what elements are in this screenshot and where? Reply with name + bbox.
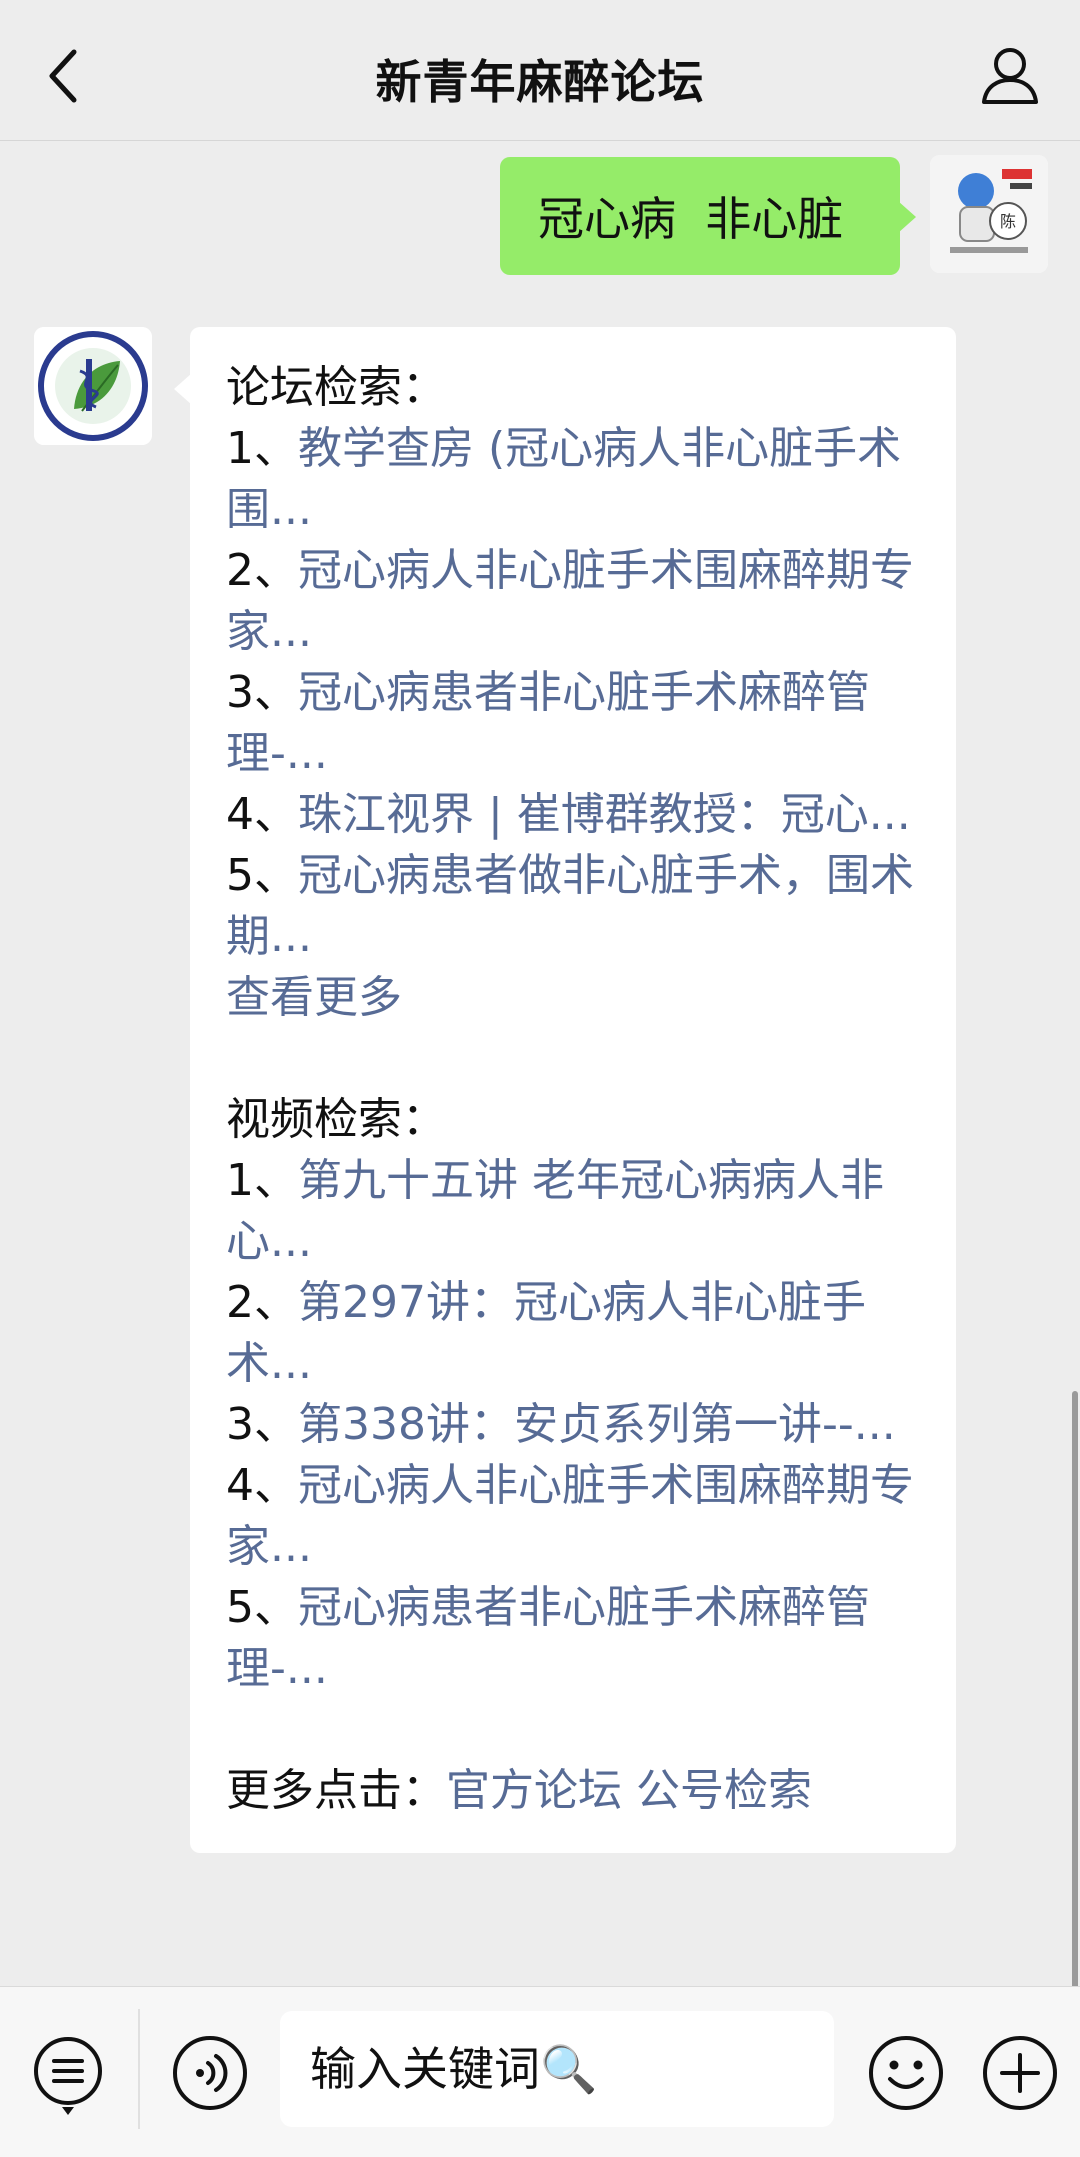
voice-icon [173,2036,247,2110]
video-result-item[interactable]: 2、第297讲：冠心病人非心脏手术... [226,1272,920,1394]
official-forum-link[interactable]: 官方论坛 [446,1765,622,1816]
account-search-link[interactable]: 公号检索 [636,1765,812,1816]
emoji-button[interactable] [866,2033,946,2113]
item-number: 5、 [226,850,298,901]
reply-message-bubble[interactable]: 论坛检索： 1、教学查房 (冠心病人非心脏手术围... 2、冠心病人非心脏手术围… [174,327,956,1853]
video-search-heading: 视频检索： [226,1094,446,1145]
item-number: 1、 [226,423,298,474]
forum-result-item[interactable]: 2、冠心病人非心脏手术围麻醉期专家... [226,540,920,662]
item-number: 2、 [226,1277,298,1328]
svg-text:陈: 陈 [1000,212,1016,231]
chat-area[interactable]: 冠心病 非心脏 陈 论坛检索： 1、教学查房 (冠心病人非心脏手术围... 2、… [0,141,1080,2111]
item-number: 4、 [226,789,298,840]
profile-button[interactable] [978,44,1042,108]
video-result-link[interactable]: 第297讲：冠心病人非心脏手术... [226,1277,866,1389]
video-result-link[interactable]: 冠心病人非心脏手术围麻醉期专家... [226,1460,914,1572]
more-actions-button[interactable] [980,2033,1060,2113]
user-avatar[interactable]: 陈 [930,155,1048,273]
forum-result-link[interactable]: 冠心病人非心脏手术围麻醉期专家... [226,545,914,657]
video-result-item[interactable]: 3、第338讲：安贞系列第一讲--... [226,1394,920,1455]
video-result-link[interactable]: 第338讲：安贞系列第一讲--... [298,1399,896,1450]
menu-toggle-button[interactable] [30,2033,106,2119]
voice-button[interactable] [170,2033,250,2113]
plus-icon [983,2036,1057,2110]
video-result-link[interactable]: 第九十五讲 老年冠心病病人非心... [226,1155,884,1267]
forum-result-link[interactable]: 教学查房 (冠心病人非心脏手术围... [226,423,901,535]
user-avatar-image: 陈 [930,155,1048,273]
forum-result-link[interactable]: 冠心病患者做非心脏手术，围术期... [226,850,914,962]
video-result-link[interactable]: 冠心病患者非心脏手术麻醉管理-... [226,1582,870,1694]
outgoing-message-bubble[interactable]: 冠心病 非心脏 [500,157,916,275]
page-title: 新青年麻醉论坛 [375,55,705,109]
video-result-item[interactable]: 1、第九十五讲 老年冠心病病人非心... [226,1150,920,1272]
emoji-icon [869,2036,943,2110]
message-input[interactable]: 输入关键词🔍 [280,2011,834,2127]
bubble-tail [898,201,916,233]
item-number: 2、 [226,545,298,596]
forum-logo [34,327,152,445]
more-links-row: 更多点击：官方论坛 公号检索 [226,1760,920,1821]
forum-result-link[interactable]: 珠江视界 | 崔博群教授：冠心... [298,789,911,840]
outgoing-message-text: 冠心病 非心脏 [538,192,844,246]
item-number: 3、 [226,667,298,718]
forum-result-item[interactable]: 5、冠心病患者做非心脏手术，围术期... [226,845,920,967]
official-account-avatar[interactable] [34,327,152,445]
forum-result-item[interactable]: 3、冠心病患者非心脏手术麻醉管理-... [226,662,920,784]
divider [138,2009,140,2129]
forum-result-link[interactable]: 冠心病患者非心脏手术麻醉管理-... [226,667,870,779]
forum-search-heading: 论坛检索： [226,362,446,413]
video-result-item[interactable]: 5、冠心病患者非心脏手术麻醉管理-... [226,1577,920,1699]
forum-result-item[interactable]: 4、珠江视界 | 崔博群教授：冠心... [226,784,920,845]
item-number: 3、 [226,1399,298,1450]
forum-result-item[interactable]: 1、教学查房 (冠心病人非心脏手术围... [226,418,920,540]
view-more-link[interactable]: 查看更多 [226,967,920,1028]
nav-header: 新青年麻醉论坛 [0,0,1080,141]
profile-icon [982,48,1038,104]
item-number: 5、 [226,1582,298,1633]
video-result-item[interactable]: 4、冠心病人非心脏手术围麻醉期专家... [226,1455,920,1577]
item-number: 4、 [226,1460,298,1511]
bubble-tail [174,373,192,405]
more-prefix: 更多点击： [226,1765,446,1816]
menu-list-icon [34,2037,102,2115]
item-number: 1、 [226,1155,298,1206]
input-bar: 输入关键词🔍 [0,1986,1080,2157]
